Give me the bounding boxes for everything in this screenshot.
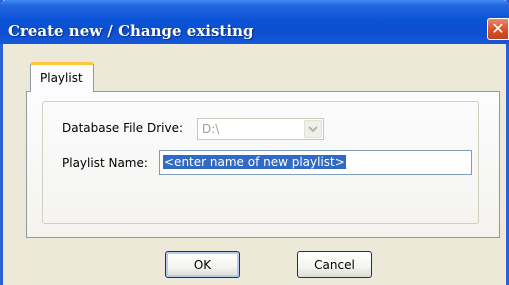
chevron-down-icon <box>308 126 318 133</box>
title-bar[interactable]: Create new / Change existing ✕ <box>0 0 509 44</box>
tab-playlist[interactable]: Playlist <box>30 62 94 92</box>
playlist-name-value: <enter name of new playlist> <box>163 155 346 169</box>
close-button[interactable]: ✕ <box>487 18 509 40</box>
close-icon: ✕ <box>491 19 505 38</box>
playlist-name-input[interactable]: <enter name of new playlist> <box>159 150 472 175</box>
window-title: Create new / Change existing <box>8 22 254 40</box>
tab-playlist-label: Playlist <box>40 71 83 85</box>
drive-label: Database File Drive: <box>62 121 184 135</box>
drive-dropdown-button[interactable] <box>304 120 322 138</box>
playlist-name-label: Playlist Name: <box>62 156 148 170</box>
drive-select[interactable]: D:\ <box>197 118 324 140</box>
cancel-button[interactable]: Cancel <box>297 251 372 278</box>
drive-value: D:\ <box>202 122 220 136</box>
ok-button[interactable]: OK <box>165 251 240 278</box>
